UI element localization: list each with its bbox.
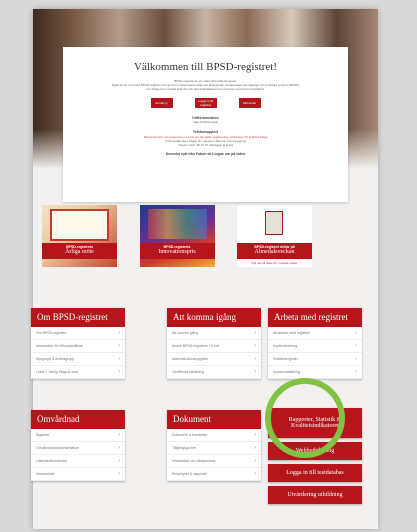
card-link-label: Dokument & blanketter <box>172 433 208 437</box>
card-link[interactable]: Att arbeta med registret › <box>268 327 362 340</box>
test-database-login-button[interactable]: Logga in till testdatabas <box>268 464 362 482</box>
card-link-label: Om BPSD-registret <box>36 331 66 335</box>
welcome-buttons: Anmäl ny Logga in till registret Mitt ko… <box>63 98 348 108</box>
chevron-right-icon: › <box>254 343 256 349</box>
chevron-right-icon: › <box>118 343 120 349</box>
highlight-circle <box>265 378 345 458</box>
card-link[interactable]: Administratörsuppgifter › <box>167 353 261 366</box>
card-link[interactable]: Dokument & blanketter › <box>167 429 261 442</box>
chevron-right-icon: › <box>118 458 120 464</box>
chevron-right-icon: › <box>118 369 120 375</box>
chevron-right-icon: › <box>254 432 256 438</box>
chevron-right-icon: › <box>254 458 256 464</box>
chevron-right-icon: › <box>355 356 357 362</box>
chevron-right-icon: › <box>254 356 256 362</box>
welcome-panel: Välkommen till BPSD-registret! BPSD-regi… <box>63 47 348 202</box>
card-link[interactable]: Om BPSD-registret › <box>31 327 125 340</box>
card-link[interactable]: Broschyrer & rapporter › <box>167 468 261 481</box>
card-link-label: Symtomskattning <box>273 370 300 374</box>
card-link-label: Att komma igång <box>172 331 199 335</box>
chevron-right-icon: › <box>118 330 120 336</box>
almedalen-logo <box>265 211 283 235</box>
promo-image <box>147 209 207 239</box>
promo-band: BPSD-registrets Årliga möte <box>42 243 117 259</box>
page-title: Välkommen till BPSD-registret! <box>134 61 277 73</box>
card-link[interactable]: Att komma igång › <box>167 327 261 340</box>
promo-band: BPSD-registret deltar på Almedalsveckan <box>237 243 312 259</box>
card-dokument: Dokument Dokument & blanketter › Tillgäng… <box>167 410 261 481</box>
card-link[interactable]: Läkemedelsöversikt › <box>31 455 125 468</box>
card-link[interactable]: Information om vårdprocess › <box>167 455 261 468</box>
promo-row: BPSD-registrets Årliga möte BPSD-registr… <box>42 205 312 267</box>
chevron-right-icon: › <box>355 330 357 336</box>
card-title[interactable]: Att komma igång <box>167 308 261 327</box>
card-omvardnad: Omvårdnad Åtgärder › Omvårdnadsdokumentat… <box>31 410 125 481</box>
card-link-label: Implementering <box>273 344 298 348</box>
education-evaluation-button[interactable]: Utvärdering utbildning <box>268 486 362 504</box>
card-link[interactable]: Tillgängliga filer › <box>167 442 261 455</box>
card-link-label: Att arbeta med registret <box>273 331 310 335</box>
card-link[interactable]: Ansök BPSD-registrets i X-roll › <box>167 340 261 353</box>
card-link[interactable]: Omvårdnadsdokumentation › <box>31 442 125 455</box>
card-getting-started: Att komma igång Att komma igång › Ansök B… <box>167 308 261 379</box>
card-working-with-registry: Arbeta med registret Att arbeta med regi… <box>268 308 362 379</box>
my-account-button[interactable]: Mitt konto <box>238 98 261 108</box>
language-video-link[interactable]: Svenska nytt från Fatum de Lingue om på … <box>63 152 348 156</box>
intro-text: BPSD-registret är ett nationellt kvalite… <box>81 79 330 91</box>
card-link-label: Information för tillhandahållare <box>36 344 84 348</box>
card-link-label: Information om vårdprocess <box>172 459 216 463</box>
card-link-label: Styrgrupp & Arbetsgrupp <box>36 357 75 361</box>
chevron-right-icon: › <box>355 343 357 349</box>
login-button[interactable]: Logga in till registret <box>194 98 217 108</box>
chevron-right-icon: › <box>118 471 120 477</box>
chevron-right-icon: › <box>118 432 120 438</box>
card-link[interactable]: Certifierad utbildning › <box>167 366 261 379</box>
promo-band: BPSD-registrets Innovationspris <box>139 243 215 259</box>
card-link-label: Lokal + Vanlig fråga-&-svar <box>36 370 79 374</box>
card-link[interactable]: Implementering › <box>268 340 362 353</box>
card-link[interactable]: Lokal + Vanlig fråga-&-svar › <box>31 366 125 379</box>
card-link[interactable]: Symtomskattning › <box>268 366 362 379</box>
card-title[interactable]: Dokument <box>167 410 261 429</box>
phone-line: Telefon: 010- 45 45 75 (Vardagar kl 9-12… <box>178 143 233 147</box>
chevron-right-icon: › <box>254 471 256 477</box>
driftinfo-text: Inga driftstörningar <box>192 120 218 124</box>
card-link-label: Läkemedelsöversikt <box>36 459 67 463</box>
card-link-label: Verksamhet <box>36 472 55 476</box>
card-link-label: Omvårdnadsdokumentation <box>36 446 79 450</box>
promo-label-big: Årliga möte <box>65 249 94 255</box>
card-link[interactable]: Verksamhet › <box>31 468 125 481</box>
promo-innovation-prize[interactable]: BPSD-registrets Innovationspris <box>139 205 215 267</box>
promo-annual-meeting[interactable]: BPSD-registrets Årliga möte <box>42 205 117 267</box>
card-title[interactable]: Om BPSD-registret <box>31 308 125 327</box>
card-link[interactable]: Åtgärder › <box>31 429 125 442</box>
card-link[interactable]: Information för tillhandahållare › <box>31 340 125 353</box>
card-link-label: Kvalitetsregister <box>273 357 298 361</box>
chevron-right-icon: › <box>118 445 120 451</box>
promo-image <box>50 209 109 241</box>
promo-label-big: Innovationspris <box>158 249 196 255</box>
card-link[interactable]: Styrgrupp & Arbetsgrupp › <box>31 353 125 366</box>
chevron-right-icon: › <box>355 369 357 375</box>
chevron-right-icon: › <box>254 369 256 375</box>
chevron-right-icon: › <box>254 330 256 336</box>
card-link-label: Åtgärder <box>36 433 50 437</box>
card-link-label: Ansök BPSD-registrets i X-roll <box>172 344 219 348</box>
promo-caption: Följ oss på plats och i sociala medier <box>251 261 298 265</box>
chevron-right-icon: › <box>254 445 256 451</box>
support-title: Telefonsupport <box>192 130 219 134</box>
card-om-bpsd: Om BPSD-registret Om BPSD-registret › Inf… <box>31 308 125 379</box>
promo-almedalen[interactable]: BPSD-registret deltar på Almedalsveckan … <box>237 205 312 267</box>
intro-line: och därigenom minska lidandet och öka li… <box>145 87 266 91</box>
promo-label-big: Almedalsveckan <box>254 249 295 255</box>
register-button[interactable]: Anmäl ny <box>150 98 173 108</box>
card-link-label: Certifierad utbildning <box>172 370 205 374</box>
card-title[interactable]: Omvårdnad <box>31 410 125 429</box>
card-link-label: Tillgängliga filer <box>172 446 197 450</box>
card-title[interactable]: Arbeta med registret <box>268 308 362 327</box>
card-link-label: Administratörsuppgifter <box>172 357 208 361</box>
card-link-label: Broschyrer & rapporter <box>172 472 208 476</box>
chevron-right-icon: › <box>118 356 120 362</box>
card-link[interactable]: Kvalitetsregister › <box>268 353 362 366</box>
